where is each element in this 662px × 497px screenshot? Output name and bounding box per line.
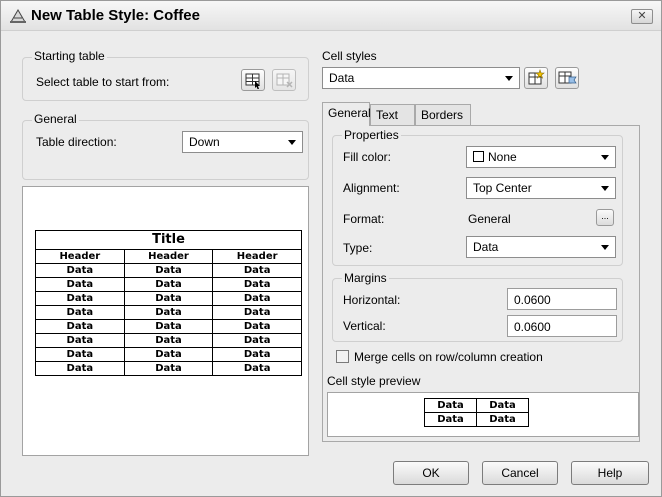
preview-data-cell: Data xyxy=(35,347,125,362)
type-label: Type: xyxy=(343,241,373,255)
new-table-style-dialog: New Table Style: Coffee ✕ Starting table… xyxy=(0,0,662,497)
cell-style-preview: Data Data Data Data xyxy=(327,392,639,437)
preview-data-cell: Data xyxy=(212,263,302,278)
chevron-down-icon xyxy=(601,155,609,160)
preview-data-cell: Data xyxy=(123,263,214,278)
ok-button[interactable]: OK xyxy=(393,461,469,485)
preview-data-cell: Data xyxy=(212,361,302,376)
properties-legend: Properties xyxy=(342,128,401,142)
table-direction-value: Down xyxy=(189,135,220,149)
preview-data-cell: Data xyxy=(35,277,125,292)
horizontal-margin-input[interactable]: 0.0600 xyxy=(507,288,617,310)
close-button[interactable]: ✕ xyxy=(631,9,653,24)
preview-data-cell: Data xyxy=(123,291,214,306)
new-cell-style-icon xyxy=(528,69,545,85)
chevron-down-icon xyxy=(601,245,609,250)
margins-legend: Margins xyxy=(342,271,389,285)
preview-data-cell: Data xyxy=(123,305,214,320)
preview-data-cell: Data xyxy=(123,319,214,334)
format-label: Format: xyxy=(343,212,385,226)
chevron-down-icon xyxy=(601,186,609,191)
preview-data-cell: Data xyxy=(212,319,302,334)
general-legend: General xyxy=(32,112,79,126)
cell-styles-legend: Cell styles xyxy=(322,49,379,63)
alignment-value: Top Center xyxy=(473,181,532,195)
vertical-margin-label: Vertical: xyxy=(343,319,386,333)
fill-color-value: None xyxy=(488,150,517,164)
table-direction-label: Table direction: xyxy=(36,135,117,149)
alignment-label: Alignment: xyxy=(343,181,400,195)
preview-data-cell: Data xyxy=(212,305,302,320)
preview-data-cell: Data xyxy=(212,347,302,362)
title-bar[interactable]: New Table Style: Coffee ✕ xyxy=(1,1,661,31)
select-table-label: Select table to start from: xyxy=(36,75,170,89)
preview-header-cell: Header xyxy=(35,249,125,264)
table-style-preview: Title Header Header Header Data Data Data … xyxy=(22,186,309,456)
manage-cell-styles-icon xyxy=(558,71,577,84)
preview-data-cell: Data xyxy=(35,263,125,278)
merge-cells-checkbox[interactable] xyxy=(336,350,349,363)
preview-cell: Data xyxy=(424,398,477,413)
remove-table-icon xyxy=(276,73,293,88)
table-style-icon xyxy=(10,9,26,23)
format-value: General xyxy=(468,212,511,226)
dialog-title: New Table Style: Coffee xyxy=(31,7,200,24)
cell-style-dropdown[interactable]: Data xyxy=(322,67,520,89)
manage-cell-styles-button[interactable] xyxy=(555,67,579,89)
format-browse-button[interactable]: ... xyxy=(596,209,614,226)
preview-data-cell: Data xyxy=(35,305,125,320)
preview-data-cell: Data xyxy=(35,333,125,348)
remove-starting-table-button[interactable] xyxy=(272,69,296,91)
starting-table-legend: Starting table xyxy=(32,49,107,63)
create-cell-style-button[interactable] xyxy=(524,67,548,89)
preview-header-cell: Header xyxy=(123,249,214,264)
close-icon: ✕ xyxy=(637,10,647,22)
preview-data-cell: Data xyxy=(35,361,125,376)
type-value: Data xyxy=(473,240,499,254)
cell-preview-table: Data Data Data Data xyxy=(424,398,529,427)
preview-data-cell: Data xyxy=(35,319,125,334)
select-table-icon xyxy=(245,73,260,89)
preview-table: Title Header Header Header Data Data Data … xyxy=(35,230,302,376)
vertical-margin-input[interactable]: 0.0600 xyxy=(507,315,617,337)
preview-header-cell: Header xyxy=(212,249,302,264)
cell-style-preview-legend: Cell style preview xyxy=(327,374,423,388)
preview-data-cell: Data xyxy=(123,277,214,292)
chevron-down-icon xyxy=(288,140,296,145)
preview-data-cell: Data xyxy=(123,347,214,362)
tab-borders[interactable]: Borders xyxy=(415,104,471,126)
chevron-down-icon xyxy=(505,76,513,81)
cell-style-value: Data xyxy=(329,71,355,85)
fill-color-dropdown[interactable]: None xyxy=(466,146,616,168)
preview-data-cell: Data xyxy=(212,333,302,348)
preview-cell: Data xyxy=(476,412,529,427)
preview-data-cell: Data xyxy=(212,291,302,306)
tab-general[interactable]: General xyxy=(322,102,371,126)
alignment-dropdown[interactable]: Top Center xyxy=(466,177,616,199)
table-direction-dropdown[interactable]: Down xyxy=(182,131,303,153)
preview-data-cell: Data xyxy=(123,333,214,348)
fill-color-label: Fill color: xyxy=(343,150,392,164)
color-swatch-icon xyxy=(473,151,484,162)
merge-cells-label: Merge cells on row/column creation xyxy=(354,350,543,364)
preview-title-cell: Title xyxy=(35,230,302,250)
tab-text[interactable]: Text xyxy=(370,104,415,126)
preview-data-cell: Data xyxy=(35,291,125,306)
preview-data-cell: Data xyxy=(123,361,214,376)
preview-cell: Data xyxy=(476,398,529,413)
preview-data-cell: Data xyxy=(212,277,302,292)
type-dropdown[interactable]: Data xyxy=(466,236,616,258)
horizontal-margin-label: Horizontal: xyxy=(343,293,401,307)
select-table-button[interactable] xyxy=(241,69,265,91)
cancel-button[interactable]: Cancel xyxy=(482,461,558,485)
help-button[interactable]: Help xyxy=(571,461,649,485)
preview-cell: Data xyxy=(424,412,477,427)
